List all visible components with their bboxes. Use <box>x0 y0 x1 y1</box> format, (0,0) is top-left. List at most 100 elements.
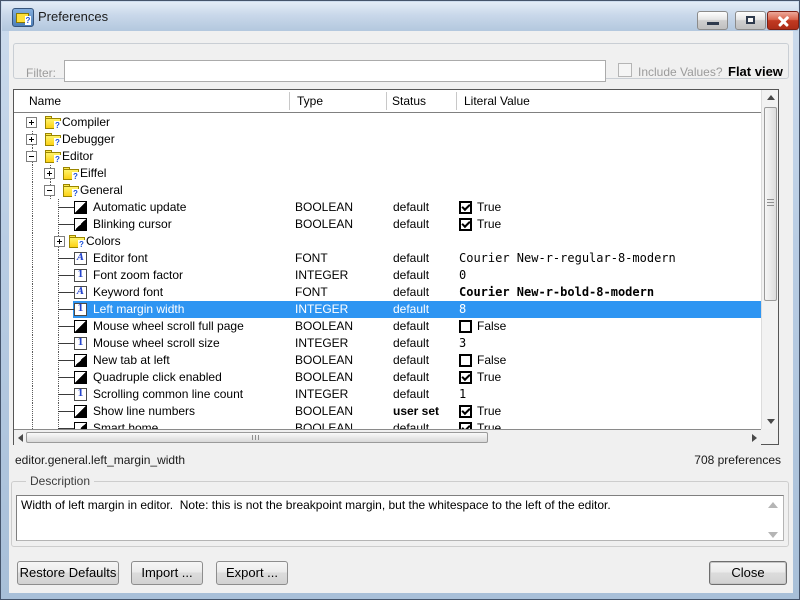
status-cell: default <box>393 216 429 233</box>
maximize-button[interactable] <box>735 11 766 30</box>
expand-icon[interactable] <box>44 168 55 179</box>
restore-defaults-button[interactable]: Restore Defaults <box>17 561 119 585</box>
vertical-scrollbar-thumb[interactable] <box>764 107 777 301</box>
status-cell: default <box>393 284 429 301</box>
preferences-count: 708 preferences <box>694 453 781 467</box>
tree-row[interactable]: ?Compiler <box>14 114 761 131</box>
scroll-down-icon[interactable] <box>768 532 778 538</box>
integer-icon: 1 <box>74 269 87 282</box>
value-cell: False <box>459 352 506 369</box>
value-checkbox[interactable] <box>459 405 472 418</box>
tree-row[interactable]: Blinking cursorBOOLEANdefaultTrue <box>14 216 761 233</box>
tree-row[interactable]: ?Eiffel <box>14 165 761 182</box>
dialog-body: Filter: Include Values? Flat view Name T… <box>9 31 793 593</box>
tree-row[interactable]: Mouse wheel scroll full pageBOOLEANdefau… <box>14 318 761 335</box>
tree-item-label: Left margin width <box>93 301 184 318</box>
tree-connector-line <box>58 309 74 310</box>
tree-item-label: Quadruple click enabled <box>93 369 222 386</box>
value-label: False <box>477 353 506 367</box>
boolean-icon <box>74 354 87 367</box>
description-legend: Description <box>26 474 94 488</box>
scroll-down-icon[interactable] <box>767 419 775 424</box>
expand-icon[interactable] <box>26 117 37 128</box>
tree-row[interactable]: Show line numbersBOOLEANuser setTrue <box>14 403 761 420</box>
boolean-icon <box>74 320 87 333</box>
tree-row[interactable]: Automatic updateBOOLEANdefaultTrue <box>14 199 761 216</box>
type-cell: BOOLEAN <box>295 318 353 335</box>
column-divider[interactable] <box>289 92 290 110</box>
horizontal-scrollbar-thumb[interactable] <box>26 432 488 443</box>
column-header-literal-value[interactable]: Literal Value <box>464 94 530 108</box>
value-checkbox[interactable] <box>459 218 472 231</box>
tree-row[interactable]: 1Left margin widthINTEGERdefault8 <box>14 301 761 318</box>
tree-row[interactable]: ?Colors <box>14 233 761 250</box>
flat-view-toggle[interactable]: Flat view <box>728 64 783 79</box>
font-icon: A <box>74 286 87 299</box>
folder-icon: ? <box>45 150 61 163</box>
type-cell: INTEGER <box>295 335 348 352</box>
expand-icon[interactable] <box>54 236 65 247</box>
scroll-up-icon[interactable] <box>768 502 778 508</box>
value-checkbox[interactable] <box>459 320 472 333</box>
tree-row[interactable]: Quadruple click enabledBOOLEANdefaultTru… <box>14 369 761 386</box>
collapse-icon[interactable] <box>44 185 55 196</box>
tree-row[interactable]: AEditor fontFONTdefaultCourier New-r-reg… <box>14 250 761 267</box>
scroll-up-icon[interactable] <box>767 95 775 100</box>
scroll-right-icon[interactable] <box>752 434 757 442</box>
column-divider[interactable] <box>456 92 457 110</box>
tree-item-label: Font zoom factor <box>93 267 183 284</box>
expand-icon[interactable] <box>26 134 37 145</box>
scroll-left-icon[interactable] <box>18 434 23 442</box>
tree-row[interactable]: New tab at leftBOOLEANdefaultFalse <box>14 352 761 369</box>
tree-row[interactable]: ?Editor <box>14 148 761 165</box>
tree-row[interactable]: ?General <box>14 182 761 199</box>
tree-row[interactable]: ?Debugger <box>14 131 761 148</box>
tree-guide-line <box>32 165 33 182</box>
close-window-button[interactable] <box>767 11 799 30</box>
value-label: True <box>477 370 501 384</box>
folder-icon: ? <box>45 116 61 129</box>
column-header-name[interactable]: Name <box>29 94 61 108</box>
tree-guide-line <box>32 199 33 216</box>
include-values-label: Include Values? <box>638 65 723 79</box>
tree-guide-line <box>32 233 33 250</box>
tree-item-label: Scrolling common line count <box>93 386 243 403</box>
include-values-checkbox[interactable] <box>618 63 632 77</box>
tree-guide-line <box>32 250 33 267</box>
value-checkbox[interactable] <box>459 201 472 214</box>
value-label: False <box>477 319 506 333</box>
type-cell: INTEGER <box>295 386 348 403</box>
titlebar[interactable]: ? Preferences <box>2 2 798 31</box>
filter-input[interactable] <box>64 60 606 82</box>
horizontal-scrollbar[interactable] <box>14 429 761 445</box>
grid-header: Name Type Status Literal Value <box>14 90 761 113</box>
type-cell: BOOLEAN <box>295 369 353 386</box>
import-button[interactable]: Import ... <box>131 561 203 585</box>
status-cell: default <box>393 335 429 352</box>
value-cell: True <box>459 369 501 386</box>
tree-item-label: Keyword font <box>93 284 163 301</box>
minimize-button[interactable] <box>697 11 728 30</box>
type-cell: BOOLEAN <box>295 403 353 420</box>
column-header-status[interactable]: Status <box>392 94 426 108</box>
tree-row[interactable]: AKeyword fontFONTdefaultCourier New-r-bo… <box>14 284 761 301</box>
description-scroll-arrows <box>768 498 780 538</box>
column-divider[interactable] <box>386 92 387 110</box>
folder-icon: ? <box>63 167 79 180</box>
value-checkbox[interactable] <box>459 354 472 367</box>
value-checkbox[interactable] <box>459 371 472 384</box>
preferences-window-icon: ? <box>12 8 34 27</box>
value-cell: True <box>459 199 501 216</box>
tree-row[interactable]: 1Mouse wheel scroll sizeINTEGERdefault3 <box>14 335 761 352</box>
column-header-type[interactable]: Type <box>297 94 323 108</box>
status-cell: default <box>393 386 429 403</box>
vertical-scrollbar[interactable] <box>761 90 778 429</box>
close-button[interactable]: Close <box>709 561 787 585</box>
export-button[interactable]: Export ... <box>216 561 288 585</box>
tree-row[interactable]: 1Scrolling common line countINTEGERdefau… <box>14 386 761 403</box>
tree-guide-line <box>32 216 33 233</box>
tree-row[interactable]: 1Font zoom factorINTEGERdefault0 <box>14 267 761 284</box>
tree-connector-line <box>58 411 74 412</box>
tree-item-label: New tab at left <box>93 352 170 369</box>
collapse-icon[interactable] <box>26 151 37 162</box>
